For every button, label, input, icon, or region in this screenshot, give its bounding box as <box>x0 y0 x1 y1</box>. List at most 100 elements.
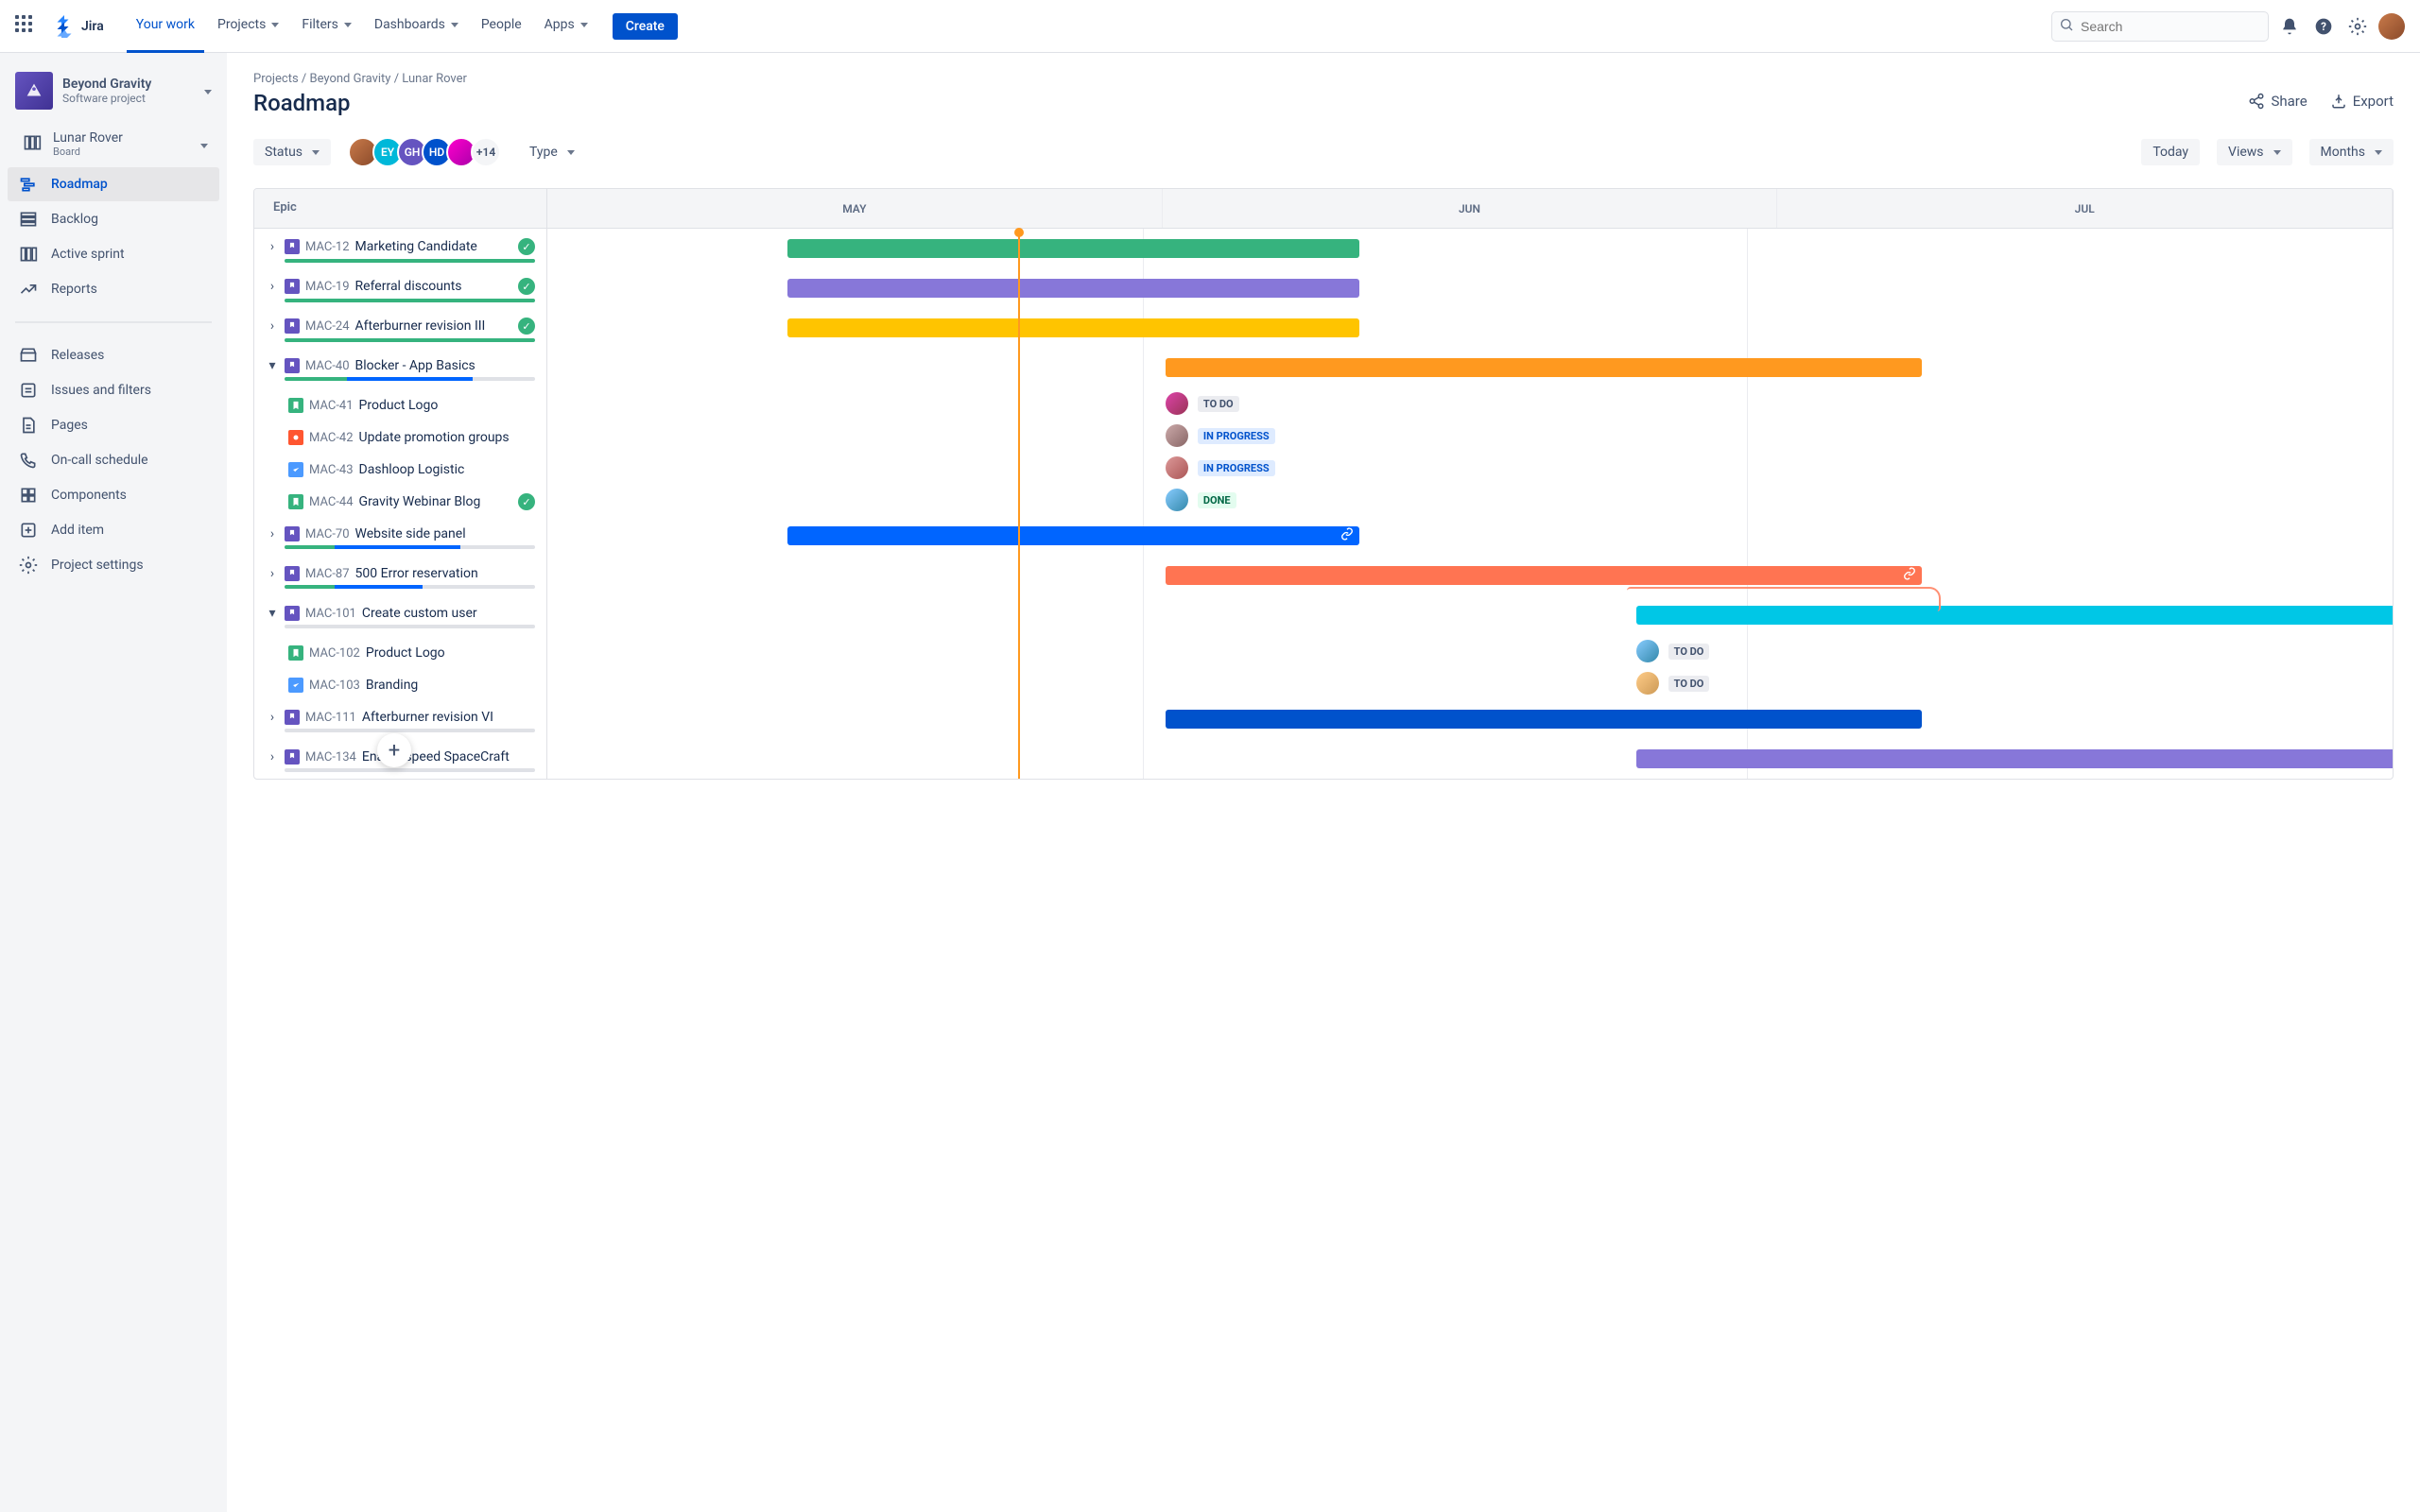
epic-summary-row[interactable]: ›MAC-24Afterburner revision III✓ <box>266 318 535 335</box>
status-lozenge[interactable]: TO DO <box>1668 676 1710 692</box>
sidebar-item-pages[interactable]: Pages <box>8 408 219 442</box>
nav-item-projects[interactable]: Projects <box>208 0 288 53</box>
timeline-bar[interactable] <box>1636 606 2394 625</box>
settings-icon[interactable] <box>2344 13 2371 40</box>
child-summary-row[interactable]: MAC-42Update promotion groups <box>288 430 535 445</box>
expand-toggle[interactable]: › <box>266 279 279 294</box>
avatar-overflow[interactable]: +14 <box>471 137 501 167</box>
epic-summary-row[interactable]: ›MAC-111Afterburner revision VI <box>266 710 535 725</box>
sidebar-item-add-item[interactable]: Add item <box>8 513 219 547</box>
issue-key: MAC-87 <box>305 567 350 581</box>
assignee-avatar[interactable] <box>1166 456 1188 479</box>
nav-item-dashboards[interactable]: Dashboards <box>365 0 468 53</box>
epic-summary-row[interactable]: ›MAC-70Website side panel <box>266 526 535 541</box>
timeline-bar[interactable] <box>787 318 1359 337</box>
status-lozenge[interactable]: IN PROGRESS <box>1198 460 1275 476</box>
epic-summary-row[interactable]: ›MAC-12Marketing Candidate✓ <box>266 238 535 255</box>
month-header: JUN <box>1163 189 1778 228</box>
assignee-avatar[interactable] <box>1166 392 1188 415</box>
create-epic-fab[interactable]: + <box>377 733 411 767</box>
epic-row: ›MAC-24Afterburner revision III✓ <box>254 308 2393 348</box>
type-filter[interactable]: Type <box>518 139 586 165</box>
sidebar-item-project-settings[interactable]: Project settings <box>8 548 219 582</box>
export-button[interactable]: Export <box>2330 93 2394 110</box>
sidebar-item-roadmap[interactable]: Roadmap <box>8 167 219 201</box>
breadcrumb-segment[interactable]: Projects <box>253 72 299 86</box>
top-nav: Jira Your workProjectsFiltersDashboardsP… <box>0 0 2420 53</box>
timeline-bar[interactable] <box>1166 710 1922 729</box>
notifications-icon[interactable] <box>2276 13 2303 40</box>
status-lozenge[interactable]: TO DO <box>1668 644 1710 660</box>
assignee-avatar[interactable] <box>1166 424 1188 447</box>
epic-row: ›MAC-12Marketing Candidate✓ <box>254 229 2393 268</box>
breadcrumb-segment[interactable]: Lunar Rover <box>402 72 467 86</box>
sidebar-item-reports[interactable]: Reports <box>8 272 219 306</box>
sidebar-item-releases[interactable]: Releases <box>8 338 219 372</box>
assignee-avatar[interactable] <box>1166 489 1188 511</box>
chevron-down-icon <box>2273 150 2281 155</box>
sidebar-item-issues-and-filters[interactable]: Issues and filters <box>8 373 219 407</box>
issue-summary: Dashloop Logistic <box>359 462 465 477</box>
timeline-bar[interactable] <box>787 526 1359 545</box>
nav-item-filters[interactable]: Filters <box>292 0 361 53</box>
create-button[interactable]: Create <box>613 13 678 40</box>
add-icon <box>19 521 38 540</box>
expand-toggle[interactable]: ▾ <box>266 606 279 621</box>
epic-progress <box>285 729 535 732</box>
epic-summary-row[interactable]: ›MAC-19Referral discounts✓ <box>266 278 535 295</box>
project-expand-icon[interactable] <box>202 83 212 98</box>
breadcrumb: Projects / Beyond Gravity / Lunar Rover <box>253 72 2394 86</box>
issue-summary: 500 Error reservation <box>355 566 478 581</box>
child-summary-row[interactable]: MAC-41Product Logo <box>288 398 535 413</box>
expand-toggle[interactable]: › <box>266 710 279 725</box>
epic-icon <box>285 239 300 254</box>
share-label: Share <box>2271 93 2307 110</box>
expand-toggle[interactable]: › <box>266 526 279 541</box>
timeline-bar[interactable] <box>1166 358 1922 377</box>
sidebar-item-backlog[interactable]: Backlog <box>8 202 219 236</box>
status-lozenge[interactable]: IN PROGRESS <box>1198 428 1275 444</box>
expand-toggle[interactable]: ▾ <box>266 358 279 373</box>
assignee-avatar[interactable] <box>1636 640 1659 662</box>
sidebar-item-active-sprint[interactable]: Active sprint <box>8 237 219 271</box>
expand-toggle[interactable]: › <box>266 566 279 581</box>
project-header[interactable]: Beyond Gravity Software project <box>8 72 219 125</box>
sidebar-item-components[interactable]: Components <box>8 478 219 512</box>
app-switcher-icon[interactable] <box>15 15 38 38</box>
expand-toggle[interactable]: › <box>266 318 279 334</box>
user-avatar[interactable] <box>2378 13 2405 40</box>
nav-item-your-work[interactable]: Your work <box>127 0 204 53</box>
timeline-bar[interactable] <box>1636 749 2394 768</box>
child-summary-row[interactable]: MAC-44Gravity Webinar Blog✓ <box>288 493 535 510</box>
nav-item-apps[interactable]: Apps <box>535 0 597 53</box>
breadcrumb-segment[interactable]: Beyond Gravity <box>310 72 391 86</box>
search-input[interactable] <box>2051 11 2269 42</box>
timeline-bar[interactable] <box>1166 566 1922 585</box>
task-icon <box>288 678 303 693</box>
timescale-dropdown[interactable]: Months <box>2309 139 2394 165</box>
share-button[interactable]: Share <box>2248 93 2307 110</box>
child-summary-row[interactable]: MAC-102Product Logo <box>288 645 535 661</box>
help-icon[interactable]: ? <box>2310 13 2337 40</box>
nav-item-people[interactable]: People <box>472 0 531 53</box>
status-lozenge[interactable]: DONE <box>1198 492 1236 508</box>
status-filter[interactable]: Status <box>253 139 331 165</box>
epic-summary-row[interactable]: ▾MAC-40Blocker - App Basics <box>266 358 535 373</box>
jira-logo[interactable]: Jira <box>53 15 104 38</box>
timeline-bar[interactable] <box>787 239 1359 258</box>
assignee-avatar[interactable] <box>1636 672 1659 695</box>
issue-summary: Website side panel <box>355 526 466 541</box>
today-button[interactable]: Today <box>2141 139 2200 165</box>
expand-toggle[interactable]: › <box>266 749 279 765</box>
epic-summary-row[interactable]: › MAC-87 500 Error reservation <box>266 566 535 581</box>
views-dropdown[interactable]: Views <box>2217 139 2292 165</box>
sidebar-item-on-call-schedule[interactable]: On-call schedule <box>8 443 219 477</box>
expand-toggle[interactable]: › <box>266 239 279 254</box>
epic-summary-row[interactable]: ▾MAC-101Create custom user <box>266 606 535 621</box>
epic-icon <box>285 710 300 725</box>
timeline-bar[interactable] <box>787 279 1359 298</box>
child-summary-row[interactable]: MAC-43Dashloop Logistic <box>288 462 535 477</box>
child-summary-row[interactable]: MAC-103Branding <box>288 678 535 693</box>
board-selector[interactable]: Lunar Rover Board <box>8 125 219 163</box>
status-lozenge[interactable]: TO DO <box>1198 396 1239 412</box>
